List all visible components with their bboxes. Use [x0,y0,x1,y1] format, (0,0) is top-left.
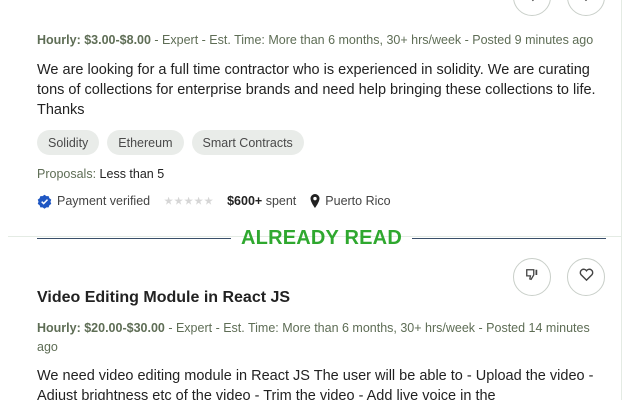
job-description: We need video editing module in React JS… [37,368,594,400]
client-location: Puerto Rico [310,194,391,208]
dislike-button[interactable] [513,0,551,16]
banner-line-left [37,237,232,239]
job-meta: Hourly: $20.00-$30.00 - Expert - Est. Ti… [37,319,609,357]
banner-line-right [411,237,606,239]
client-spent-amount: $600+ [227,194,263,208]
already-read-banner: ALREADY READ [37,225,606,251]
skill-tag[interactable]: Solidity [37,130,100,155]
skill-tag[interactable]: Smart Contracts [191,130,304,155]
already-read-label: ALREADY READ [241,226,402,249]
location-text: Puerto Rico [325,194,391,208]
client-spent-suffix: spent [262,194,297,208]
dislike-button[interactable] [513,258,551,296]
job-rate: Hourly: $3.00-$8.00 [37,33,151,47]
skill-tags: Solidity Ethereum Smart Contracts [37,130,304,155]
star-icon [174,196,183,205]
location-pin-icon [310,194,320,208]
heart-icon [579,267,594,287]
job-description: We are looking for a full time contracto… [37,62,596,118]
save-job-button[interactable] [567,0,605,16]
job-meta: Hourly: $3.00-$8.00 - Expert - Est. Time… [37,31,617,50]
star-icon [164,196,173,205]
proposals-count: Proposals: Less than 5 [37,167,164,181]
job-rate: Hourly: $20.00-$30.00 [37,321,165,335]
job-meta-details: - Expert - Est. Time: More than 6 months… [150,33,594,47]
star-icon [184,196,193,205]
job-title-link[interactable]: Video Editing Module in React JS [37,289,290,307]
client-info: Payment verified $600+ spent Puerto Rico [37,192,391,210]
skill-tag[interactable]: Ethereum [107,130,184,155]
payment-verified: Payment verified [57,194,151,208]
proposals-label: Proposals: [37,167,97,181]
thumbs-down-icon [525,0,539,7]
proposals-value: Less than 5 [99,167,165,181]
thumbs-down-icon [525,268,539,287]
client-spent: $600+ spent [227,194,296,208]
star-icon [204,196,213,205]
job-feed: Hourly: $3.00-$8.00 - Expert - Est. Time… [0,0,622,400]
star-icon [194,196,203,205]
verified-badge-icon [37,194,52,209]
client-rating-stars [164,196,213,206]
heart-icon [579,0,593,7]
save-job-button[interactable] [567,258,605,296]
